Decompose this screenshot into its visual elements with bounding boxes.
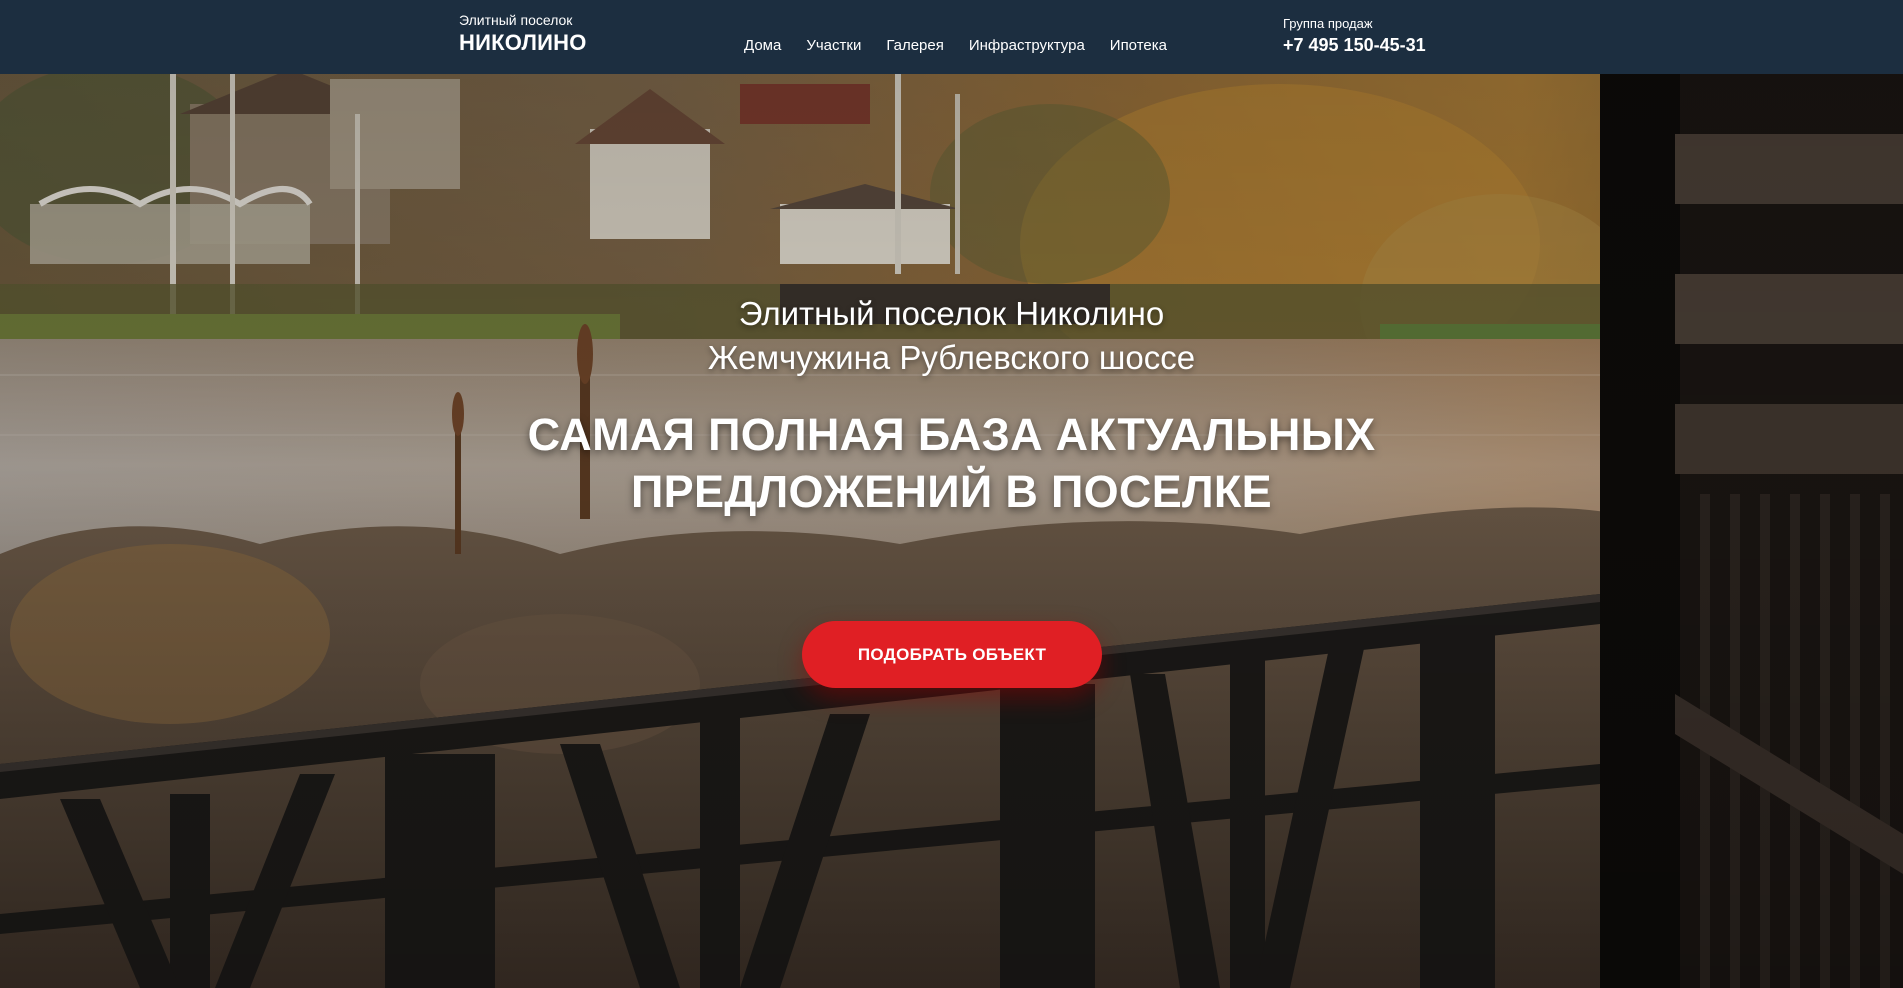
hero-subtitle-line: Элитный поселок Николино xyxy=(738,295,1165,332)
hero-title: САМАЯ ПОЛНАЯ БАЗА АКТУАЛЬНЫХ ПРЕДЛОЖЕНИЙ… xyxy=(0,406,1903,520)
select-object-button[interactable]: ПОДОБРАТЬ ОБЪЕКТ xyxy=(802,621,1102,688)
nav-item-mortgage[interactable]: Ипотека xyxy=(1110,37,1167,55)
nav-item-gallery[interactable]: Галерея xyxy=(886,37,944,55)
hero-subtitle-line: Жемчужина Рублевского шоссе xyxy=(707,339,1196,376)
nav-item-plots[interactable]: Участки xyxy=(806,37,861,55)
site-header: Элитный поселок НИКОЛИНО Дома Участки Га… xyxy=(0,0,1903,74)
hero-subtitle: Элитный поселок Николино Жемчужина Рубле… xyxy=(0,292,1903,380)
main-nav: Дома Участки Галерея Инфраструктура Ипот… xyxy=(744,37,1167,55)
landing-page: Элитный поселок НИКОЛИНО Дома Участки Га… xyxy=(0,0,1903,988)
nav-item-infrastructure[interactable]: Инфраструктура xyxy=(969,37,1085,55)
sales-contact: Группа продаж +7 495 150-45-31 xyxy=(1283,16,1426,56)
hero-section: Элитный поселок Николино Жемчужина Рубле… xyxy=(0,74,1903,988)
contact-label: Группа продаж xyxy=(1283,16,1373,31)
logo[interactable]: Элитный поселок НИКОЛИНО xyxy=(459,12,587,56)
logo-subtitle: Элитный поселок xyxy=(459,12,573,28)
hero-title-line: ПРЕДЛОЖЕНИЙ В ПОСЕЛКЕ xyxy=(630,466,1272,517)
hero-title-line: САМАЯ ПОЛНАЯ БАЗА АКТУАЛЬНЫХ xyxy=(527,409,1376,460)
contact-phone[interactable]: +7 495 150-45-31 xyxy=(1283,34,1426,56)
nav-item-houses[interactable]: Дома xyxy=(744,37,781,55)
logo-title: НИКОЛИНО xyxy=(459,30,587,55)
hero-overlay xyxy=(0,74,1903,988)
